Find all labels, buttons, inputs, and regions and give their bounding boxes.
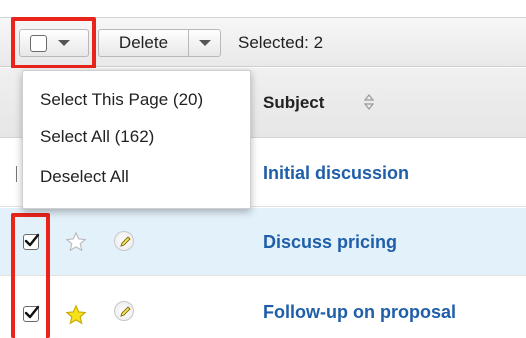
edit-button[interactable] (114, 301, 134, 321)
edit-button[interactable] (114, 231, 134, 251)
table-row: Discuss pricing (0, 208, 526, 276)
pencil-icon (120, 236, 131, 247)
column-header-subject[interactable]: Subject (263, 93, 324, 113)
selected-count: Selected: 2 (238, 33, 324, 52)
highlight-box-row-checkboxes (11, 213, 50, 338)
actions-dropdown-button[interactable] (189, 29, 221, 57)
delete-button[interactable]: Delete (98, 29, 189, 57)
star-icon[interactable] (65, 304, 87, 326)
highlight-box-mass-select (11, 17, 96, 69)
star-icon[interactable] (65, 231, 87, 253)
menu-item-select-this-page[interactable]: Select This Page (20) (40, 90, 203, 110)
checkbox-icon[interactable] (16, 166, 20, 182)
menu-item-select-all[interactable]: Select All (162) (40, 127, 154, 147)
chevron-down-icon (198, 40, 211, 46)
sort-icon[interactable] (364, 93, 374, 111)
pencil-icon (120, 306, 131, 317)
table-row: Follow-up on proposal (0, 277, 526, 338)
subject-link[interactable]: Initial discussion (263, 163, 409, 184)
subject-link[interactable]: Follow-up on proposal (263, 302, 456, 323)
menu-item-deselect-all[interactable]: Deselect All (40, 167, 129, 187)
mass-select-menu: Select This Page (20) Select All (162) D… (22, 70, 251, 209)
subject-link[interactable]: Discuss pricing (263, 232, 397, 253)
